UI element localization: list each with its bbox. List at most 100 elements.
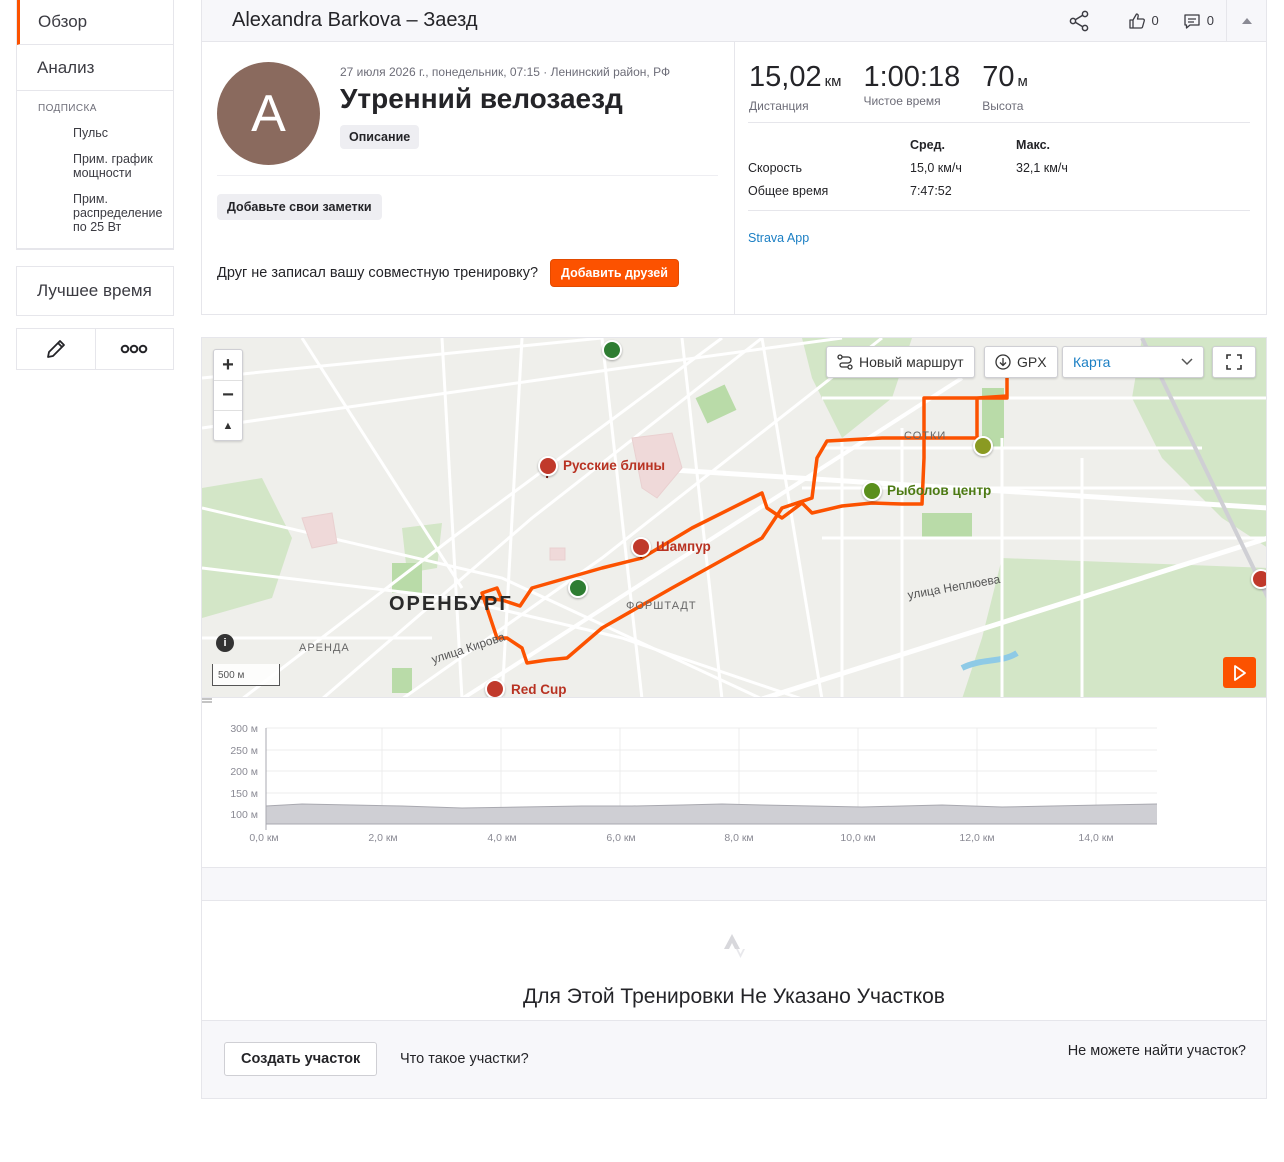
- more-icon: [120, 344, 148, 354]
- info-button[interactable]: i: [216, 634, 234, 652]
- sidebar-menu: Обзор Анализ ПОДПИСКА Пульс Прим. график…: [16, 0, 174, 250]
- moving-time-label: Чистое время: [863, 94, 941, 108]
- table-row: Общее время 7:47:52: [748, 179, 1250, 202]
- sidebar-subscription-group: ПОДПИСКА Пульс Прим. график мощности При…: [17, 91, 173, 249]
- sidebar-item-power-distribution[interactable]: Прим. распределение по 25 Вт: [17, 192, 173, 234]
- row-avg: 7:47:52: [910, 183, 952, 198]
- page-title: Alexandra Barkova – Заезд: [232, 9, 478, 31]
- poi-label-red-cup[interactable]: Red Cup: [511, 682, 567, 697]
- activity-title: Утренний велозаезд: [340, 83, 623, 114]
- add-friends-row: Друг не записал вашу совместную трениров…: [217, 259, 718, 287]
- comments-button[interactable]: 0: [1171, 0, 1226, 41]
- restaurant-pin-icon[interactable]: [631, 537, 651, 557]
- restaurant-pin-icon[interactable]: [1251, 569, 1266, 589]
- sidebar-item-analysis[interactable]: Анализ: [17, 45, 173, 91]
- moving-time-value: 1:00:18: [863, 61, 961, 93]
- averages-table: Сред. Макс. Скорость 15,0 км/ч 32,1 км/ч…: [748, 133, 1250, 202]
- new-route-button[interactable]: Новый маршрут: [826, 346, 975, 378]
- activity-header: Alexandra Barkova – Заезд 0 0: [201, 0, 1267, 42]
- add-friends-button[interactable]: Добавить друзей: [550, 259, 679, 287]
- more-button[interactable]: [94, 329, 174, 369]
- segments-footer: Создать участок Что такое участки? Не мо…: [202, 1020, 1266, 1098]
- zoom-in-button[interactable]: +: [214, 350, 242, 380]
- y-tick: 100 м: [230, 809, 258, 821]
- poi-label-rybolov[interactable]: Рыболов центр: [887, 483, 991, 498]
- sidebar-item-power-curve[interactable]: Прим. график мощности: [17, 152, 173, 180]
- activity-details: A 27 июля 2026 г., понедельник, 07:15 · …: [202, 42, 735, 314]
- restaurant-pin-icon[interactable]: [538, 456, 558, 476]
- elevation-value: 70: [982, 61, 1015, 93]
- park-pin-icon[interactable]: [568, 578, 588, 598]
- x-tick: 10,0 км: [840, 832, 875, 844]
- collapse-button[interactable]: [1226, 0, 1266, 41]
- row-label: Скорость: [748, 160, 802, 175]
- distance-label: Дистанция: [749, 99, 809, 113]
- activity-stats: 15,02 км Дистанция 1:00:18 Чистое время 7…: [735, 42, 1266, 314]
- x-tick: 2,0 км: [368, 832, 397, 844]
- caret-up-icon: [1241, 17, 1252, 24]
- kudos-count: 0: [1151, 13, 1159, 28]
- what-are-segments-link[interactable]: Что такое участки?: [400, 1051, 529, 1067]
- avatar[interactable]: A: [217, 62, 320, 165]
- stats-row: 15,02 км Дистанция 1:00:18 Чистое время 7…: [748, 62, 1250, 113]
- cant-find-segment-link[interactable]: Не можете найти участок?: [1068, 1043, 1246, 1059]
- segments-section: Для Этой Тренировки Не Указано Участков …: [201, 901, 1267, 1099]
- segments-empty-title: Для Этой Тренировки Не Указано Участков: [523, 985, 945, 1008]
- x-tick: 12,0 км: [959, 832, 994, 844]
- row-avg: 15,0 км/ч: [910, 160, 962, 175]
- zoom-out-button[interactable]: −: [214, 380, 242, 410]
- flyby-button[interactable]: [1223, 657, 1256, 688]
- chevron-down-icon: [1181, 358, 1193, 366]
- sidebar-actions: [16, 328, 174, 370]
- sidebar-item-heart-rate[interactable]: Пульс: [17, 126, 173, 140]
- shop-pin-icon[interactable]: [862, 481, 882, 501]
- y-tick: 300 м: [230, 723, 258, 735]
- stat-elevation: 70 м Высота: [982, 62, 1028, 113]
- share-button[interactable]: [1056, 0, 1102, 41]
- map-type-select[interactable]: Карта: [1062, 346, 1204, 378]
- divider-band: [201, 868, 1267, 901]
- poi-label-shampur[interactable]: Шампур: [656, 539, 711, 554]
- x-tick: 14,0 км: [1078, 832, 1113, 844]
- sidebar-item-overview[interactable]: Обзор: [17, 0, 173, 45]
- description-button[interactable]: Описание: [340, 125, 420, 149]
- col-avg: Сред.: [910, 137, 946, 152]
- create-segment-button[interactable]: Создать участок: [224, 1042, 378, 1076]
- edit-button[interactable]: [17, 329, 95, 369]
- poi-label-russkie-bliny[interactable]: Русские блины: [563, 458, 665, 473]
- city-label: ОРЕНБУРГ: [389, 593, 513, 615]
- divider: [748, 122, 1250, 123]
- zoom-controls: + − ▲: [213, 349, 243, 441]
- x-tick: 8,0 км: [724, 832, 753, 844]
- picnic-pin-icon[interactable]: [973, 436, 993, 456]
- sidebar-item-best-efforts[interactable]: Лучшее время: [17, 267, 173, 315]
- stat-moving-time: 1:00:18 Чистое время: [863, 62, 960, 113]
- kudos-button[interactable]: 0: [1116, 0, 1171, 41]
- subscription-title: ПОДПИСКА: [38, 103, 97, 114]
- device-link[interactable]: Strava App: [748, 231, 1250, 245]
- distance-value: 15,02: [749, 61, 822, 93]
- y-tick: 250 м: [230, 745, 258, 757]
- map-canvas[interactable]: [202, 338, 1267, 698]
- park-pin-icon[interactable]: [602, 340, 622, 360]
- cafe-pin-icon[interactable]: [485, 679, 505, 697]
- fullscreen-button[interactable]: [1212, 346, 1256, 378]
- elevation-profile[interactable]: 300 м 250 м 200 м 150 м 100 м 0,0 км 2,0…: [201, 698, 1267, 868]
- sidebar: Обзор Анализ ПОДПИСКА Пульс Прим. график…: [16, 0, 174, 370]
- main-content: Alexandra Barkova – Заезд 0 0 A 27 июля …: [201, 0, 1267, 1099]
- elevation-chart[interactable]: 300 м 250 м 200 м 150 м 100 м 0,0 км 2,0…: [202, 698, 1268, 868]
- map-scale: 500 м: [212, 664, 280, 686]
- comment-icon: [1184, 13, 1200, 29]
- y-tick: 150 м: [230, 788, 258, 800]
- sidebar-best-box: Лучшее время: [16, 266, 174, 316]
- activity-info: 27 июля 2026 г., понедельник, 07:15 · Ле…: [340, 62, 670, 165]
- gpx-button[interactable]: GPX: [984, 346, 1058, 378]
- row-label: Общее время: [748, 183, 829, 198]
- route-icon: [837, 354, 853, 370]
- col-max: Макс.: [1016, 137, 1051, 152]
- map-type-value: Карта: [1073, 354, 1111, 370]
- route-map[interactable]: + − ▲ Новый маршрут GPX Карта Русские бл…: [201, 337, 1267, 698]
- compass-button[interactable]: ▲: [214, 410, 242, 440]
- add-notes-button[interactable]: Добавьте свои заметки: [217, 194, 382, 220]
- play-icon: [1233, 664, 1246, 681]
